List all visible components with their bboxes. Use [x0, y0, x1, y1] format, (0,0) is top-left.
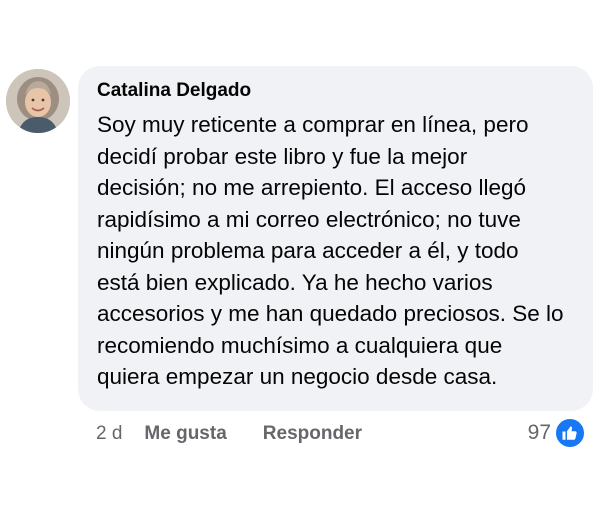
reaction-summary[interactable]: 97	[527, 417, 586, 449]
comment-author[interactable]: Catalina Delgado	[97, 79, 581, 103]
comment-actions: 2 d Me gusta Responder	[96, 420, 398, 448]
comment-text: Soy muy reticente a comprar en línea, pe…	[97, 112, 564, 389]
comment-timestamp[interactable]: 2 d	[96, 423, 122, 445]
like-button[interactable]: Me gusta	[144, 423, 226, 445]
reply-button[interactable]: Responder	[263, 423, 362, 445]
avatar[interactable]	[6, 69, 70, 133]
thumbs-up-icon	[554, 417, 586, 449]
profile-photo-icon	[6, 69, 70, 133]
reaction-count: 97	[527, 421, 551, 444]
comment-bubble: Catalina Delgado Soy muy reticente a com…	[78, 66, 593, 411]
comment: Catalina Delgado Soy muy reticente a com…	[0, 0, 600, 512]
